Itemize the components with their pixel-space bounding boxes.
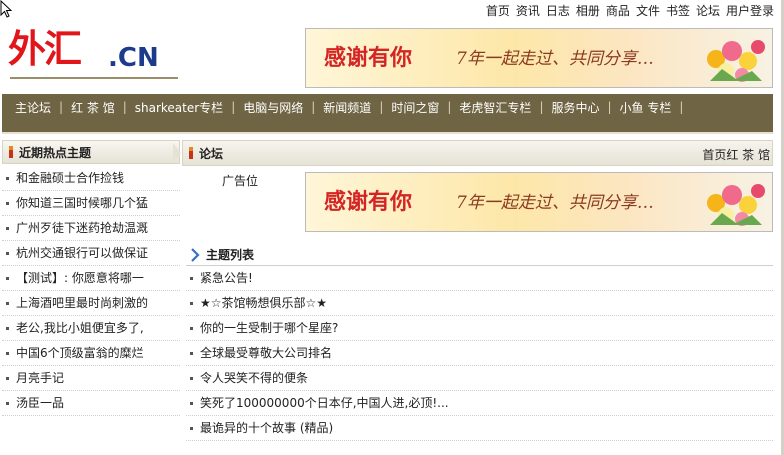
hot-topic-item[interactable]: 老公,我比小姐便宜多了, xyxy=(2,316,180,341)
logo-suffix-text: .CN xyxy=(108,43,159,73)
top-nav: 首页 资讯 日志 相册 商品 文件 书签 论坛 用户登录 xyxy=(486,2,774,18)
top-nav-news[interactable]: 资讯 xyxy=(516,2,540,18)
breadcrumb: 首页红 茶 馆 xyxy=(702,146,770,163)
topic-list-section: 主题列表 紧急公告! ★☆茶馆畅想俱乐部☆★ 你的一生受制于哪个星座? 全球最受… xyxy=(186,244,773,441)
topic-item[interactable]: ★☆茶馆畅想俱乐部☆★ xyxy=(186,291,773,316)
content-banner-ad[interactable]: 感谢有你 7年一起走过、共同分享… xyxy=(305,172,773,232)
logo-main-text: 外汇 xyxy=(8,26,82,71)
hot-topic-item[interactable]: 和金融硕士合作捡钱 xyxy=(2,166,180,191)
bullet-icon xyxy=(190,402,193,405)
bullet-icon xyxy=(6,352,9,355)
topic-item[interactable]: 全球最受尊敬大公司排名 xyxy=(186,341,773,366)
hot-topic-item[interactable]: 广州歹徒下迷药抢劫温溉 xyxy=(2,216,180,241)
header-banner-ad[interactable]: 感谢有你 7年一起走过、共同分享… xyxy=(305,28,773,88)
mouse-pointer-icon xyxy=(0,0,12,18)
bullet-icon xyxy=(6,302,9,305)
bullet-icon xyxy=(190,352,193,355)
top-nav-goods[interactable]: 商品 xyxy=(606,2,630,18)
sidebar-header: 近期热点主题 xyxy=(2,140,181,164)
bullet-icon xyxy=(6,402,9,405)
bullet-icon xyxy=(6,227,9,230)
top-nav-login[interactable]: 用户登录 xyxy=(726,2,774,18)
section-marker-icon xyxy=(189,147,193,159)
nav-service-center[interactable]: 服务中心 xyxy=(548,99,602,116)
top-nav-home[interactable]: 首页 xyxy=(486,2,510,18)
bullet-icon xyxy=(190,327,193,330)
banner-rest-text: 7年一起走过、共同分享… xyxy=(456,193,654,213)
hot-topic-item[interactable]: 你知道三国时候哪几个猛 xyxy=(2,191,180,216)
sidebar: 近期热点主题 和金融硕士合作捡钱 你知道三国时候哪几个猛 广州歹徒下迷药抢劫温溉… xyxy=(2,140,181,455)
hot-topic-item[interactable]: 汤臣一品 xyxy=(2,391,180,416)
nav-main-forum[interactable]: 主论坛 xyxy=(12,99,54,116)
nav-computer-network[interactable]: 电脑与网络 xyxy=(240,99,306,116)
bullet-icon xyxy=(6,377,9,380)
flower-bouquet-icon xyxy=(707,184,765,226)
nav-tiger-column[interactable]: 老虎智汇专栏 xyxy=(456,99,534,116)
nav-news-channel[interactable]: 新闻频道 xyxy=(320,99,374,116)
topic-item[interactable]: 你的一生受制于哪个星座? xyxy=(186,316,773,341)
bullet-icon xyxy=(190,277,193,280)
top-nav-blog[interactable]: 日志 xyxy=(546,2,570,18)
bullet-icon xyxy=(190,427,193,430)
bullet-icon xyxy=(6,327,9,330)
forum-header: 论坛 首页红 茶 馆 xyxy=(182,140,773,166)
chevron-right-icon xyxy=(191,247,200,262)
hot-topic-item[interactable]: 杭州交通银行可以做保证 xyxy=(2,241,180,266)
logo-underline xyxy=(10,77,178,79)
breadcrumb-link[interactable]: 首页红 茶 馆 xyxy=(702,148,770,162)
topic-item[interactable]: 最诡异的十个故事 (精品) xyxy=(186,416,773,441)
hot-topics-list: 和金融硕士合作捡钱 你知道三国时候哪几个猛 广州歹徒下迷药抢劫温溉 杭州交通银行… xyxy=(2,164,180,416)
hot-topic-item[interactable]: 中国6个顶级富翁的糜烂 xyxy=(2,341,180,366)
topic-item[interactable]: 笑死了100000000个日本仔,中国人进,必顶!... xyxy=(186,391,773,416)
ad-placeholder-label: 广告位 xyxy=(222,174,259,188)
nav-separator: | xyxy=(447,100,452,114)
banner-rest-text: 7年一起走过、共同分享… xyxy=(456,49,654,69)
top-nav-forum[interactable]: 论坛 xyxy=(696,2,720,18)
nav-separator: | xyxy=(379,100,384,114)
main-nav-bar: 主论坛 | 红 茶 馆 | sharkeater专栏 | 电脑与网络 | 新闻频… xyxy=(2,94,773,134)
banner-highlight-text: 感谢有你 xyxy=(324,45,413,71)
topic-item[interactable]: 紧急公告! xyxy=(186,266,773,291)
top-nav-bookmarks[interactable]: 书签 xyxy=(666,2,690,18)
top-nav-files[interactable]: 文件 xyxy=(636,2,660,18)
hot-topic-item[interactable]: 【测试】: 你愿意将哪一 xyxy=(2,266,180,291)
bullet-icon xyxy=(6,252,9,255)
nav-time-window[interactable]: 时间之窗 xyxy=(388,99,442,116)
bullet-icon xyxy=(6,277,9,280)
topic-list: 紧急公告! ★☆茶馆畅想俱乐部☆★ 你的一生受制于哪个星座? 全球最受尊敬大公司… xyxy=(186,266,773,441)
header-corner-decoration xyxy=(173,143,181,163)
bullet-icon xyxy=(6,177,9,180)
section-marker-icon xyxy=(9,146,13,158)
bullet-icon xyxy=(6,202,9,205)
nav-separator: | xyxy=(122,100,127,114)
top-nav-album[interactable]: 相册 xyxy=(576,2,600,18)
hot-topic-item[interactable]: 月亮手记 xyxy=(2,366,180,391)
flower-bouquet-icon xyxy=(707,40,765,82)
site-logo[interactable]: 外汇 .CN xyxy=(8,24,178,84)
topic-list-title: 主题列表 xyxy=(206,248,255,262)
nav-sharkeater-column[interactable]: sharkeater专栏 xyxy=(132,99,226,116)
nav-separator: | xyxy=(679,100,684,114)
topic-list-header: 主题列表 xyxy=(186,244,773,266)
bullet-icon xyxy=(190,302,193,305)
nav-red-tea-house[interactable]: 红 茶 馆 xyxy=(68,99,118,116)
banner-highlight-text: 感谢有你 xyxy=(324,189,413,215)
nav-separator: | xyxy=(311,100,316,114)
sidebar-title: 近期热点主题 xyxy=(19,145,92,160)
nav-separator: | xyxy=(607,100,612,114)
bullet-icon xyxy=(190,377,193,380)
nav-separator: | xyxy=(59,100,64,114)
hot-topic-item[interactable]: 上海酒吧里最时尚刺激的 xyxy=(2,291,180,316)
nav-separator: | xyxy=(231,100,236,114)
nav-separator: | xyxy=(539,100,544,114)
nav-xiaoyu-column[interactable]: 小鱼 专栏 xyxy=(617,99,675,116)
forum-title: 论坛 xyxy=(199,146,224,161)
topic-item[interactable]: 令人哭笑不得的便条 xyxy=(186,366,773,391)
